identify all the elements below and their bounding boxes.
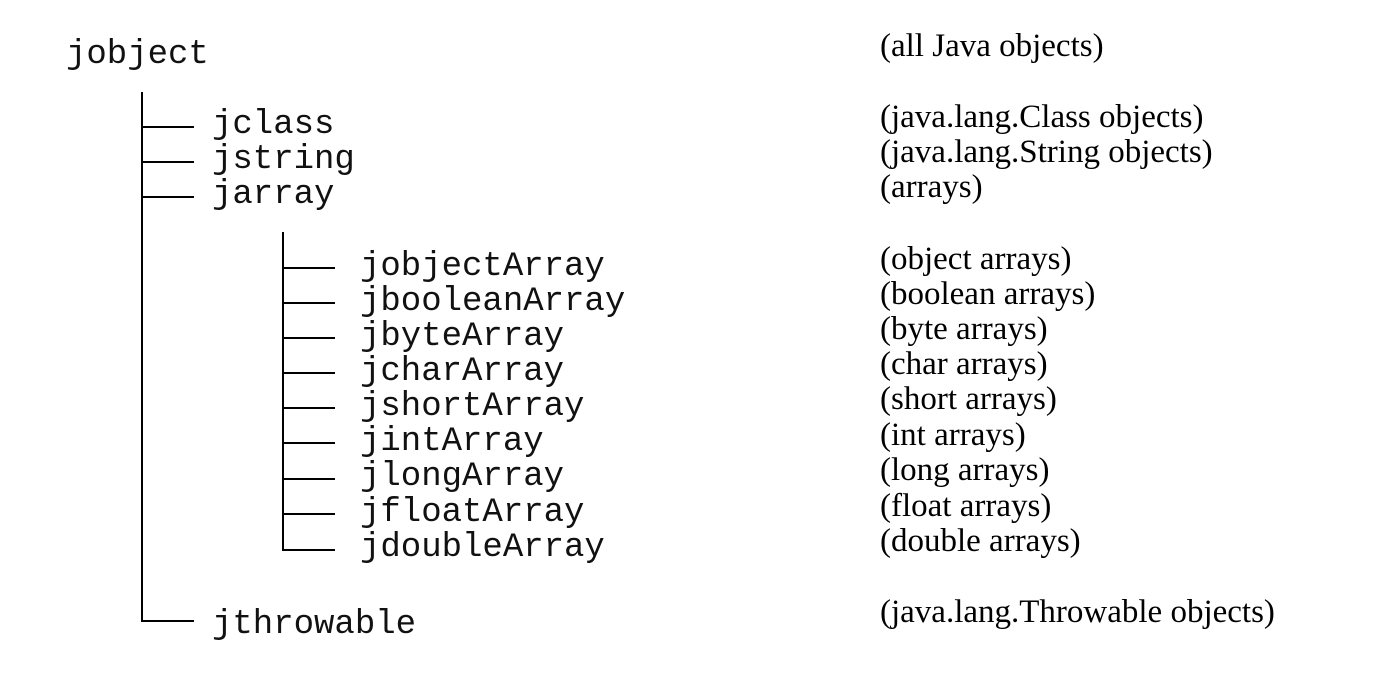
type-description-jfloatarray: (float arrays) — [880, 488, 1052, 524]
type-label-jstring: jstring — [212, 141, 355, 179]
array-tree-trunk — [282, 232, 284, 551]
type-description-jchararray: (char arrays) — [880, 346, 1048, 382]
branch-jarray — [141, 196, 194, 198]
type-description-jshortarray: (short arrays) — [880, 381, 1057, 417]
branch-jclass — [141, 126, 194, 128]
type-description-jintarray: (int arrays) — [880, 417, 1026, 453]
branch-jfloatarray — [282, 513, 335, 515]
type-description-jlongarray: (long arrays) — [880, 452, 1050, 488]
type-label-jobjectarray: jobjectArray — [360, 248, 605, 286]
type-description-jarray: (arrays) — [880, 169, 983, 205]
branch-jshortarray — [282, 407, 335, 409]
branch-jintarray — [282, 442, 335, 444]
type-label-jclass: jclass — [212, 106, 335, 144]
branch-jobjectarray — [282, 267, 335, 269]
branch-jlongarray — [282, 478, 335, 480]
type-label-jbytearray: jbyteArray — [360, 318, 565, 356]
type-label-jdoublearray: jdoubleArray — [360, 529, 605, 567]
type-description-jbytearray: (byte arrays) — [880, 311, 1048, 347]
type-label-jintarray: jintArray — [360, 423, 544, 461]
type-label-jchararray: jcharArray — [360, 353, 565, 391]
type-description-jstring: (java.lang.String objects) — [880, 134, 1213, 170]
branch-jchararray — [282, 372, 335, 374]
type-description-jthrowable: (java.lang.Throwable objects) — [880, 594, 1275, 630]
branch-jbooleanarray — [282, 302, 335, 304]
type-label-jbooleanarray: jbooleanArray — [360, 283, 626, 321]
type-description-jdoublearray: (double arrays) — [880, 523, 1081, 559]
branch-jbytearray — [282, 337, 335, 339]
type-label-jlongarray: jlongArray — [360, 458, 565, 496]
type-label-jarray: jarray — [212, 176, 335, 214]
type-description-jbooleanarray: (boolean arrays) — [880, 276, 1096, 312]
type-description-jclass: (java.lang.Class objects) — [880, 99, 1204, 135]
root-type-label: jobject — [66, 36, 209, 74]
branch-jdoublearray — [282, 549, 335, 551]
type-label-jshortarray: jshortArray — [360, 388, 585, 426]
type-description-jobjectarray: (object arrays) — [880, 241, 1072, 277]
branch-jstring — [141, 161, 194, 163]
type-label-jthrowable: jthrowable — [212, 606, 417, 644]
branch-jthrowable — [141, 620, 194, 622]
root-type-description: (all Java objects) — [880, 28, 1104, 64]
main-tree-trunk — [141, 92, 143, 622]
type-label-jfloatarray: jfloatArray — [360, 494, 585, 532]
